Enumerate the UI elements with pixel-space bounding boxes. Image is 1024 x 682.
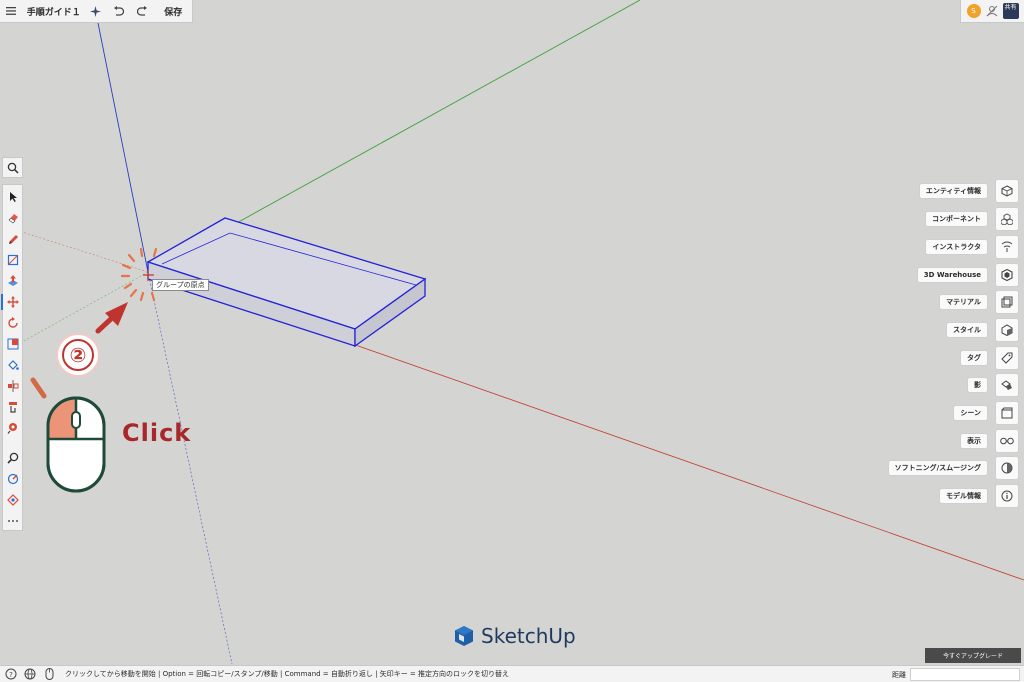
account-bar: S 共有 bbox=[960, 0, 1024, 23]
undo-icon[interactable] bbox=[107, 0, 131, 23]
display-icon[interactable] bbox=[995, 429, 1019, 453]
shadows-icon[interactable] bbox=[995, 373, 1019, 397]
tray-label-model-info[interactable]: モデル情報 bbox=[939, 488, 988, 504]
model-canvas[interactable] bbox=[0, 0, 1024, 682]
mouse-illustration bbox=[30, 377, 106, 493]
model-info-icon[interactable] bbox=[995, 484, 1019, 508]
share-button[interactable]: 共有 bbox=[1002, 3, 1019, 19]
red-axis-negative bbox=[21, 231, 149, 273]
tray-label-display[interactable]: 表示 bbox=[960, 433, 988, 449]
shape-tool-icon[interactable] bbox=[3, 251, 22, 269]
blue-axis-negative bbox=[147, 271, 233, 665]
mouse-icon[interactable] bbox=[41, 666, 57, 682]
scenes-icon[interactable] bbox=[995, 401, 1019, 425]
eraser-tool-icon[interactable] bbox=[3, 209, 22, 227]
sketchup-logo: SketchUp bbox=[453, 624, 576, 648]
collaborator-icon[interactable] bbox=[986, 2, 998, 21]
click-annotation: Click bbox=[122, 419, 192, 447]
instructor-icon[interactable] bbox=[995, 235, 1019, 259]
avatar[interactable]: S bbox=[966, 4, 981, 18]
left-toolbar bbox=[1, 184, 23, 531]
tray-label-instructor[interactable]: インストラクタ bbox=[925, 239, 988, 255]
distance-label: 距離 bbox=[892, 671, 906, 679]
components-icon[interactable] bbox=[995, 207, 1019, 231]
tray-label-components[interactable]: コンポーネント bbox=[925, 211, 988, 227]
pointer-arrow bbox=[95, 302, 128, 334]
search-icon[interactable] bbox=[2, 157, 23, 178]
tray-label-styles[interactable]: スタイル bbox=[946, 322, 988, 338]
document-title[interactable]: 手順ガイド１ bbox=[22, 0, 83, 23]
tape-measure-tool-icon[interactable] bbox=[3, 398, 22, 416]
tray-label-tags[interactable]: タグ bbox=[960, 350, 988, 366]
tray-label-materials[interactable]: マテリアル bbox=[939, 294, 988, 310]
warehouse-icon[interactable] bbox=[995, 263, 1019, 287]
zoom-tool-icon[interactable] bbox=[3, 449, 22, 467]
tray-label-3d-warehouse[interactable]: 3D Warehouse bbox=[916, 267, 988, 283]
tags-icon[interactable] bbox=[995, 346, 1019, 370]
materials-icon[interactable] bbox=[995, 290, 1019, 314]
hamburger-icon[interactable] bbox=[0, 0, 22, 23]
distance-input[interactable] bbox=[910, 668, 1020, 681]
entity-info-icon[interactable] bbox=[995, 179, 1019, 203]
more-tools-icon[interactable] bbox=[3, 512, 22, 530]
paint-bucket-tool-icon[interactable] bbox=[3, 356, 22, 374]
tray-label-shadows[interactable]: 影 bbox=[967, 377, 988, 393]
redo-icon[interactable] bbox=[131, 0, 155, 23]
sketchup-logo-icon bbox=[455, 626, 473, 646]
step-number-badge: ② bbox=[56, 333, 100, 377]
rotate-tool-icon[interactable] bbox=[3, 314, 22, 332]
pencil-tool-icon[interactable] bbox=[3, 230, 22, 248]
orbit-tool-icon[interactable] bbox=[3, 470, 22, 488]
tray-label-entity-info[interactable]: エンティティ情報 bbox=[918, 183, 988, 199]
save-button[interactable]: 保存 bbox=[154, 0, 192, 23]
step-number: ② bbox=[62, 339, 94, 371]
blue-axis-positive bbox=[96, 17, 149, 273]
globe-icon[interactable] bbox=[22, 666, 38, 682]
move-tool-icon[interactable] bbox=[1, 293, 22, 311]
green-axis-negative bbox=[21, 271, 149, 343]
magic-sparkle-icon[interactable] bbox=[83, 0, 107, 23]
position-texture-tool-icon[interactable] bbox=[3, 419, 22, 437]
styles-icon[interactable] bbox=[995, 318, 1019, 342]
section-plane-tool-icon[interactable] bbox=[3, 491, 22, 509]
svg-text:?: ? bbox=[9, 671, 13, 679]
tray-label-scenes[interactable]: シーン bbox=[953, 405, 988, 421]
logo-text: SketchUp bbox=[481, 624, 576, 648]
origin-tooltip: グループの原点 bbox=[152, 279, 209, 291]
status-message: クリックしてから移動を開始 | Option = 回転コピー/スタンプ/移動 |… bbox=[65, 670, 510, 678]
tray-label-soften-smooth[interactable]: ソフトニング/スムージング bbox=[887, 460, 988, 476]
scale-tool-icon[interactable] bbox=[3, 335, 22, 353]
select-tool-icon[interactable] bbox=[3, 188, 22, 206]
status-bar: ? クリックしてから移動を開始 | Option = 回転コピー/スタンプ/移動… bbox=[0, 665, 1024, 682]
title-bar: 手順ガイド１ 保存 bbox=[0, 0, 193, 23]
help-icon[interactable]: ? bbox=[3, 666, 19, 682]
push-pull-tool-icon[interactable] bbox=[3, 272, 22, 290]
flip-tool-icon[interactable] bbox=[3, 377, 22, 395]
click-emphasis-mark bbox=[30, 377, 47, 399]
upgrade-button[interactable]: 今すぐアップグレード bbox=[925, 648, 1021, 663]
soften-smooth-icon[interactable] bbox=[995, 456, 1019, 480]
